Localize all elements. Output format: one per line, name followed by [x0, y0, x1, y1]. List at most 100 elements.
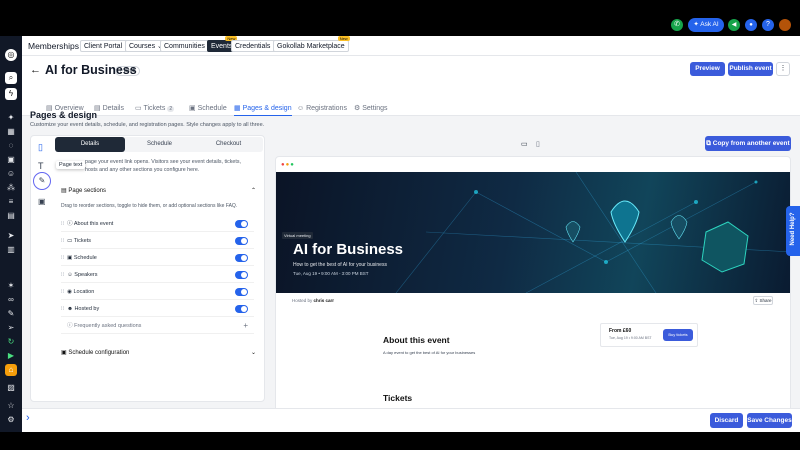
paper-plane-icon[interactable]: ➢ — [5, 322, 17, 334]
phone-icon[interactable]: ✆ — [671, 19, 683, 31]
link-icon[interactable]: ∞ — [5, 294, 17, 306]
product-nav: Memberships Client Portal ⌄ Courses ⌄ Co… — [22, 36, 800, 56]
sections-title: Page sections — [68, 188, 107, 194]
contacts-icon[interactable]: ☺ — [5, 168, 17, 180]
chat-icon[interactable]: ◌ — [5, 140, 17, 152]
tab-schedule[interactable]: ▣ Schedule — [189, 104, 227, 116]
search-icon[interactable]: ⌕ — [5, 72, 17, 84]
tab-tickets[interactable]: ▭ Tickets 2 — [135, 104, 175, 116]
avatar[interactable] — [779, 19, 791, 31]
send-icon[interactable]: ➤ — [5, 230, 17, 242]
section-row[interactable]: ⁞⁞ ☺ Speakers — [61, 267, 254, 283]
about-title: About this event — [383, 335, 450, 345]
expand-icon[interactable]: › — [26, 412, 30, 424]
tab-registrations[interactable]: ☺ Registrations — [297, 104, 347, 116]
price-date: Tue, Aug 19 • 9:00 AM BST — [609, 336, 652, 340]
main-area: Memberships Client Portal ⌄ Courses ⌄ Co… — [22, 36, 800, 432]
schedule-config-header[interactable]: ▣ Schedule configuration ⌄ — [61, 346, 256, 360]
event-type-tag: Virtual meeting — [282, 232, 313, 239]
calendar-icon[interactable]: ▣ — [5, 154, 17, 166]
bell-icon[interactable]: ● — [745, 19, 757, 31]
help-icon[interactable]: ? — [762, 19, 774, 31]
hosted-by-label: Hosted by — [292, 298, 313, 303]
ask-ai-button[interactable]: ✦ Ask AI — [688, 18, 724, 32]
settings-icon[interactable]: ⚙ — [5, 414, 17, 426]
star-icon[interactable]: ✶ — [5, 280, 17, 292]
left-rail: ◎ ⌕ ϟ ✦ ▦ ◌ ▣ ☺ ⁂ ≡ ▤ ➤ ▥ ✶ ∞ ✎ ➢ ↻ ▶ ⌂ … — [0, 36, 22, 432]
drag-handle-icon[interactable]: ⁞⁞ — [61, 306, 64, 312]
sparkle-icon[interactable]: ✦ — [5, 112, 17, 124]
intro-text: page your event link opens. Visitors see… — [85, 159, 241, 173]
report-icon[interactable]: ▥ — [5, 244, 17, 256]
drag-handle-icon[interactable]: ⁞⁞ — [61, 238, 64, 244]
file-icon[interactable]: ▯ — [38, 142, 43, 153]
toggle-switch[interactable] — [235, 254, 248, 262]
add-icon[interactable]: + — [243, 318, 248, 334]
share-button[interactable]: ⇪ Share — [753, 296, 773, 305]
drag-handle-icon[interactable]: ⁞⁞ — [61, 272, 64, 278]
account-icon[interactable]: ◎ — [5, 49, 17, 61]
section-row[interactable]: ⁞⁞ ⓘ About this event — [61, 216, 254, 232]
publish-button[interactable]: Publish event — [728, 62, 773, 76]
calendar-icon: ▣ — [67, 255, 73, 261]
toggle-switch[interactable] — [235, 237, 248, 245]
toggle-switch[interactable] — [235, 305, 248, 313]
footer-bar: › Discard Save Changes — [22, 408, 800, 432]
segment-schedule[interactable]: Schedule — [125, 137, 194, 152]
dashboard-icon[interactable]: ▦ — [5, 126, 17, 138]
section-row[interactable]: ⁞⁞ ☻ Hosted by — [61, 301, 254, 317]
text-icon[interactable]: T — [38, 161, 44, 171]
faq-row[interactable]: ⁞⁞ ⓘ Frequently asked questions + — [61, 318, 254, 334]
mobile-icon[interactable]: ▯ — [536, 140, 540, 148]
memberships-icon[interactable]: ⌂ — [5, 364, 17, 376]
brush-icon[interactable]: ✎ — [33, 172, 51, 190]
more-icon[interactable]: ⋮ — [776, 62, 790, 76]
segment-checkout[interactable]: Checkout — [194, 137, 263, 152]
tab-settings[interactable]: ⚙ Settings — [354, 104, 388, 116]
row-label: Speakers — [74, 272, 98, 278]
segment-details[interactable]: Details — [55, 137, 125, 152]
about-text: A day event to get the best of AI for yo… — [383, 350, 476, 355]
tab-pages-design[interactable]: ▦ Pages & design — [234, 104, 292, 116]
buy-tickets-button[interactable]: Buy tickets — [663, 329, 693, 341]
desktop-icon[interactable]: ▭ — [521, 140, 528, 148]
tab-details[interactable]: ▤ Details — [94, 104, 124, 116]
image-icon[interactable]: ▨ — [5, 382, 17, 394]
section-row[interactable]: ⁞⁞ ▭ Tickets — [61, 233, 254, 249]
toggle-switch[interactable] — [235, 220, 248, 228]
tab-tickets-label: Tickets — [143, 105, 166, 112]
megaphone-icon[interactable]: ◀ — [728, 19, 740, 31]
calendar-icon[interactable]: ▣ — [38, 197, 46, 206]
copy-from-event-button[interactable]: ⧉ Copy from another event — [705, 136, 791, 151]
payments-icon[interactable]: ▤ — [5, 210, 17, 222]
pen-icon[interactable]: ✎ — [5, 308, 17, 320]
chevron-down-icon: ⌄ — [250, 350, 256, 356]
save-changes-button[interactable]: Save Changes — [747, 413, 792, 428]
back-arrow-icon[interactable]: ← — [30, 64, 41, 76]
page-title: Pages & design — [30, 110, 98, 120]
media-icon[interactable]: ▶ — [5, 350, 17, 362]
preview-button[interactable]: Preview — [690, 62, 725, 76]
section-row[interactable]: ⁞⁞ ◉ Location — [61, 284, 254, 300]
nav-marketplace[interactable]: Gokollab Marketplace New — [273, 36, 350, 52]
discard-button[interactable]: Discard — [710, 413, 743, 428]
need-help-tab[interactable]: Need Help? — [786, 206, 800, 256]
drag-handle-icon[interactable]: ⁞⁞ — [61, 289, 64, 295]
drag-handle-icon[interactable]: ⁞⁞ — [61, 221, 64, 227]
toggle-switch[interactable] — [235, 271, 248, 279]
refresh-icon[interactable]: ↻ — [5, 336, 17, 348]
drag-handle-icon[interactable]: ⁞⁞ — [61, 255, 64, 261]
toggle-switch[interactable] — [235, 288, 248, 296]
ask-ai-label: Ask AI — [700, 21, 719, 28]
question-icon: ⓘ — [67, 323, 73, 329]
tab-registrations-label: Registrations — [306, 105, 347, 112]
network-icon[interactable]: ⁂ — [5, 182, 17, 194]
page-sections-header[interactable]: ▤ Page sections ⌃ — [61, 184, 256, 198]
section-row[interactable]: ⁞⁞ ▣ Schedule — [61, 250, 254, 266]
tickets-count-badge: 2 — [167, 106, 175, 112]
row-label: Schedule — [73, 255, 97, 261]
nav-marketplace-label: Gokollab Marketplace — [277, 43, 345, 50]
favorite-icon[interactable]: ☆ — [5, 400, 17, 412]
lightning-icon[interactable]: ϟ — [5, 88, 17, 100]
pipeline-icon[interactable]: ≡ — [5, 196, 17, 208]
